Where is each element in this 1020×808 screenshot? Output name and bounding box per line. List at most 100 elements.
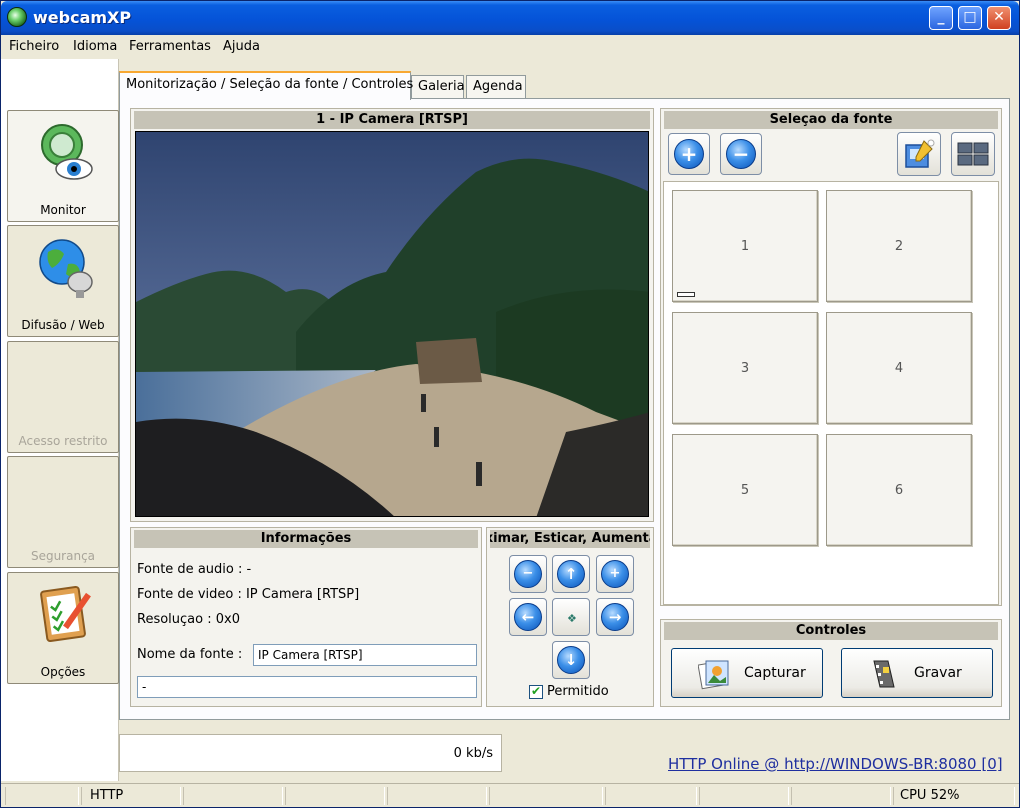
zoom-in-button[interactable]: +	[596, 555, 634, 593]
audio-source: Fonte de audio : -	[137, 562, 252, 577]
sidebar-item-seguranca[interactable]: Segurança	[7, 456, 119, 568]
ptz-center-button[interactable]: ❖	[552, 598, 590, 636]
allowed-checkbox[interactable]: ✔	[529, 685, 543, 699]
source-slot-5[interactable]: 5	[672, 434, 818, 546]
zoom-out-button[interactable]: −	[509, 555, 547, 593]
film-record-icon	[873, 660, 895, 688]
menu-ajuda[interactable]: Ajuda	[223, 39, 260, 54]
menu-idioma[interactable]: Idioma	[73, 39, 117, 54]
camera-title: 1 - IP Camera [RTSP]	[134, 111, 650, 129]
record-label: Gravar	[914, 665, 962, 681]
tab-panel: 1 - IP Camera [RTSP] Informações Fonte d…	[119, 98, 1010, 720]
source-extra-input[interactable]: -	[137, 676, 477, 698]
monitor-eye-icon	[41, 124, 93, 180]
status-protocol: HTTP	[81, 787, 181, 805]
maximize-button[interactable]: □	[958, 6, 982, 30]
zoom-in-icon: +	[601, 560, 629, 588]
sidebar: Monitor Difusão / Web Acesso restrito Se…	[1, 59, 119, 781]
slot-active-indicator	[677, 292, 695, 297]
add-source-button[interactable]: +	[668, 133, 710, 175]
info-group: Informações Fonte de audio : - Fonte de …	[130, 527, 482, 707]
source-slot-number: 1	[740, 239, 750, 254]
resolution: Resoluçao : 0x0	[137, 612, 240, 627]
arrow-left-icon: ←	[514, 603, 542, 631]
sidebar-item-acesso-restrito[interactable]: Acesso restrito	[7, 341, 119, 453]
source-name-label: Nome da fonte :	[137, 647, 243, 662]
plus-icon: +	[674, 139, 704, 169]
pan-right-button[interactable]: →	[596, 598, 634, 636]
controls-group: Controles Capturar Gravar	[660, 619, 1002, 707]
status-cell-empty	[605, 787, 697, 805]
source-slot-number: 4	[894, 361, 904, 376]
status-cell-empty	[791, 787, 891, 805]
picture-edit-icon	[905, 139, 935, 168]
sidebar-item-difusao-web[interactable]: Difusão / Web	[7, 225, 119, 337]
status-cell-empty	[5, 787, 79, 805]
clipboard-icon	[40, 585, 91, 643]
sidebar-item-label: Monitor	[40, 203, 86, 217]
pan-down-button[interactable]: ↓	[552, 641, 590, 679]
pan-up-button[interactable]: ↑	[552, 555, 590, 593]
camera-group: 1 - IP Camera [RTSP]	[130, 108, 654, 522]
source-name-input[interactable]: IP Camera [RTSP]	[253, 644, 477, 666]
close-button[interactable]: ✕	[987, 6, 1011, 30]
camera-view[interactable]	[135, 131, 649, 517]
source-slot-number: 3	[740, 361, 750, 376]
source-slot-number: 5	[740, 483, 750, 498]
sidebar-item-label: Segurança	[30, 549, 96, 563]
allowed-label: Permitido	[547, 684, 609, 699]
arrow-down-icon: ↓	[557, 646, 585, 674]
capture-label: Capturar	[744, 665, 806, 681]
video-source: Fonte de video : IP Camera [RTSP]	[137, 587, 360, 602]
source-slot-6[interactable]: 6	[826, 434, 972, 546]
center-icon: ❖	[567, 612, 577, 625]
title-bar[interactable]: webcamXP _ □ ✕	[1, 1, 1019, 35]
source-selection-title: Seleçao da fonte	[664, 111, 998, 129]
source-slot-3[interactable]: 3	[672, 312, 818, 424]
status-cell-empty	[699, 787, 789, 805]
tab-agenda[interactable]: Agenda	[466, 75, 526, 99]
source-selection-group: Seleçao da fonte + − 1 2 3 4 5 6	[660, 108, 1002, 606]
info-title: Informações	[134, 530, 478, 548]
status-cell-empty	[183, 787, 283, 805]
ptz-title: Aproximar, Esticar, Aumentar	[490, 530, 650, 548]
sidebar-item-monitor[interactable]: Monitor	[7, 110, 119, 222]
source-slot-number: 2	[894, 239, 904, 254]
sidebar-item-label: Difusão / Web	[21, 318, 105, 332]
record-button[interactable]: Gravar	[841, 648, 993, 698]
tab-monitorizacao[interactable]: Monitorização / Seleção da fonte / Contr…	[119, 71, 413, 100]
sidebar-item-label: Opções	[40, 665, 86, 679]
globe-dish-icon	[39, 239, 93, 298]
zoom-out-icon: −	[514, 560, 542, 588]
bandwidth-rate: 0 kb/s	[453, 746, 493, 761]
menu-ferramentas[interactable]: Ferramentas	[129, 39, 211, 54]
app-window: webcamXP _ □ ✕ Ficheiro Idioma Ferrament…	[0, 0, 1020, 808]
tab-galeria[interactable]: Galeria	[411, 75, 465, 99]
ptz-group: Aproximar, Esticar, Aumentar − ↑ + ← ❖ →…	[486, 527, 654, 707]
source-properties-button[interactable]	[897, 132, 941, 176]
camera-image	[136, 132, 648, 516]
ptz-title-text: Aproximar, Esticar, Aumentar	[490, 531, 650, 546]
arrow-up-icon: ↑	[557, 560, 585, 588]
source-slot-4[interactable]: 4	[826, 312, 972, 424]
webcam-app-icon	[7, 7, 27, 27]
status-cell-empty	[285, 787, 385, 805]
minimize-button[interactable]: _	[929, 6, 953, 30]
remove-source-button[interactable]: −	[720, 133, 762, 175]
grid-icon	[957, 142, 989, 166]
status-cpu: CPU 52%	[893, 787, 1015, 805]
sidebar-item-label: Acesso restrito	[18, 434, 108, 448]
arrow-right-icon: →	[601, 603, 629, 631]
pan-left-button[interactable]: ←	[509, 598, 547, 636]
menu-ficheiro[interactable]: Ficheiro	[9, 39, 59, 54]
source-slot-1[interactable]: 1	[672, 190, 818, 302]
http-status-link[interactable]: HTTP Online @ http://WINDOWS-BR:8080 [0]	[668, 755, 1003, 773]
capture-button[interactable]: Capturar	[671, 648, 823, 698]
source-slot-2[interactable]: 2	[826, 190, 972, 302]
sidebar-item-opcoes[interactable]: Opções	[7, 572, 119, 684]
grid-layout-button[interactable]	[951, 132, 995, 176]
window-title: webcamXP	[33, 8, 132, 27]
source-slot-number: 6	[894, 483, 904, 498]
menu-bar: Ficheiro Idioma Ferramentas Ajuda	[1, 35, 1019, 59]
controls-title: Controles	[664, 622, 998, 640]
